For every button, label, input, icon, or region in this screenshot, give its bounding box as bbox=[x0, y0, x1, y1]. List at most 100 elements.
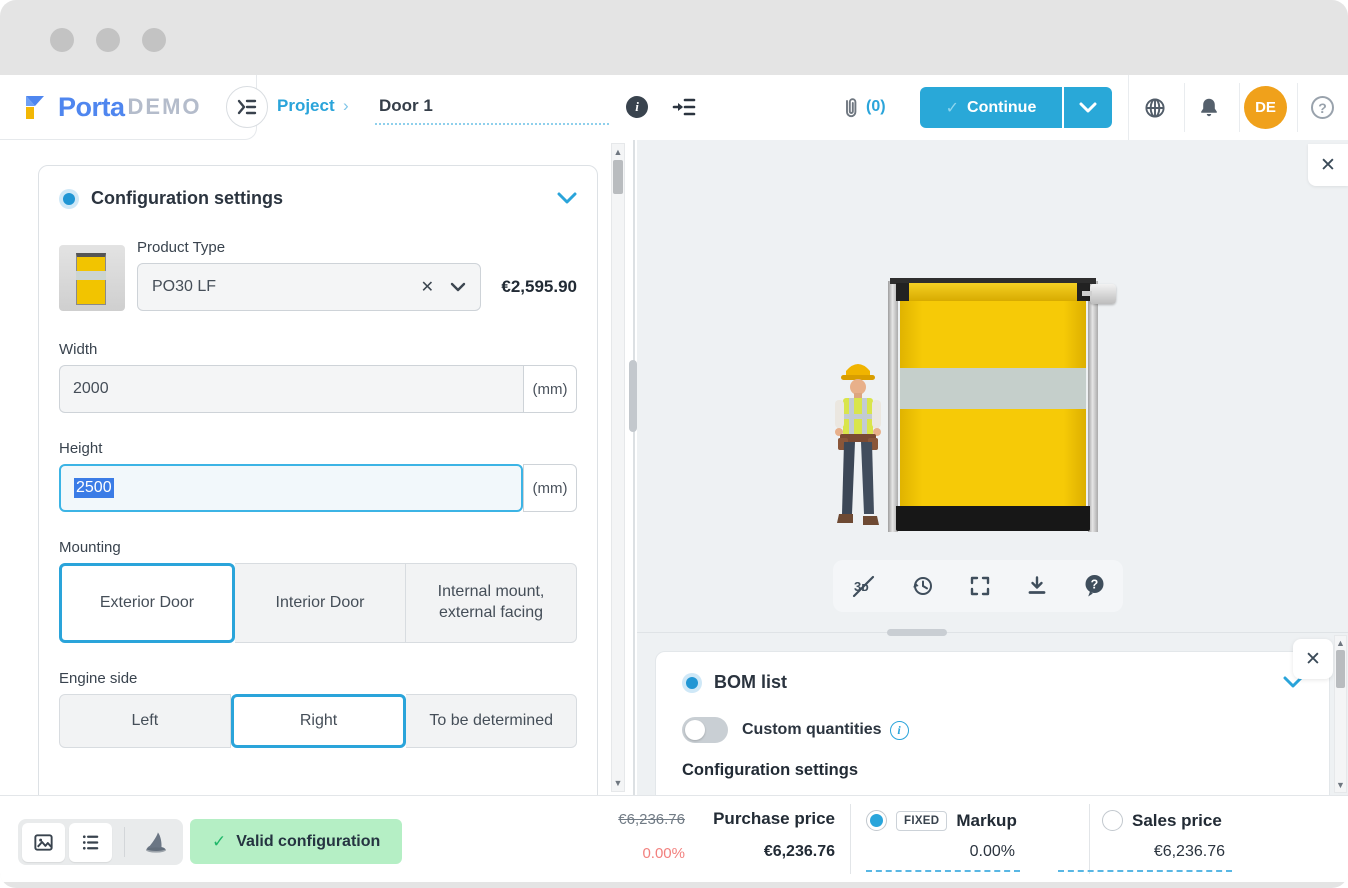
language-globe-icon[interactable] bbox=[1143, 96, 1167, 120]
help-icon[interactable]: ? bbox=[1311, 96, 1334, 119]
attachment-paperclip-icon[interactable] bbox=[840, 96, 862, 120]
window-control-2[interactable] bbox=[96, 28, 120, 52]
markup-underline bbox=[866, 870, 1020, 872]
viewer-close-button[interactable]: ✕ bbox=[1308, 144, 1348, 186]
continue-button[interactable]: ✓ Continue bbox=[920, 87, 1062, 128]
height-field-group: Height 2500 (mm) bbox=[59, 440, 577, 512]
door-motor bbox=[1090, 284, 1116, 304]
fixed-badge[interactable]: FIXED bbox=[896, 811, 947, 831]
app-window: Porta DEMO Project › Door 1 i bbox=[0, 0, 1348, 888]
footer-bar: ✓ Valid configuration €6,236.76 0.00% Pu… bbox=[0, 795, 1348, 882]
logo-icon bbox=[22, 92, 52, 122]
scroll-down-icon: ▼ bbox=[612, 776, 624, 790]
bom-header[interactable]: BOM list bbox=[682, 672, 1303, 693]
breadcrumb-project[interactable]: Project bbox=[277, 96, 335, 116]
notifications-bell-icon[interactable] bbox=[1197, 96, 1221, 120]
wizard-hat-icon bbox=[143, 830, 169, 854]
mounting-option-internal[interactable]: Internal mount, external facing bbox=[406, 563, 577, 643]
purchase-discount: 0.00% bbox=[545, 845, 685, 862]
sidebar-toggle-icon bbox=[236, 97, 258, 117]
horizontal-splitter-handle[interactable] bbox=[887, 629, 947, 636]
sales-radio[interactable] bbox=[1102, 810, 1123, 831]
height-label: Height bbox=[59, 440, 577, 457]
section-status-bullet bbox=[59, 189, 79, 209]
chevron-down-icon[interactable] bbox=[450, 282, 466, 293]
sales-price-label: Sales price bbox=[1132, 811, 1222, 831]
wizard-button[interactable] bbox=[133, 823, 179, 862]
info-icon[interactable]: i bbox=[890, 721, 909, 740]
product-type-value: PO30 LF bbox=[152, 278, 421, 296]
purchase-price-label: Purchase price bbox=[665, 809, 835, 829]
mounting-option-exterior[interactable]: Exterior Door bbox=[59, 563, 235, 643]
3d-disabled-icon[interactable]: 3ᴅ bbox=[850, 573, 876, 599]
fullscreen-icon[interactable] bbox=[968, 574, 992, 598]
divider bbox=[1089, 804, 1090, 874]
check-icon: ✓ bbox=[946, 98, 959, 118]
svg-text:?: ? bbox=[1090, 578, 1098, 592]
configuration-panel: Configuration settings Product Type PO30… bbox=[0, 140, 628, 795]
logo[interactable]: Porta DEMO bbox=[0, 75, 257, 140]
panel-splitter[interactable] bbox=[633, 140, 635, 795]
sales-price-value[interactable]: €6,236.76 bbox=[1085, 843, 1225, 861]
sidebar-toggle-button[interactable] bbox=[226, 86, 268, 128]
viewer-help-icon[interactable]: ? bbox=[1082, 573, 1107, 599]
document-name-input[interactable]: Door 1 bbox=[375, 89, 609, 125]
left-panel-scrollbar[interactable]: ▲ ▼ bbox=[611, 143, 625, 792]
scroll-up-icon: ▲ bbox=[1335, 636, 1346, 650]
window-control-1[interactable] bbox=[50, 28, 74, 52]
avatar[interactable]: DE bbox=[1244, 86, 1287, 129]
app-surface: Porta DEMO Project › Door 1 i bbox=[0, 75, 1348, 882]
window-control-3[interactable] bbox=[142, 28, 166, 52]
custom-quantities-row: Custom quantities i bbox=[682, 717, 1303, 743]
viewer-toolbar: 3ᴅ bbox=[833, 560, 1123, 612]
scrollbar-thumb[interactable] bbox=[1336, 650, 1345, 688]
markup-radio[interactable] bbox=[866, 810, 887, 831]
product-type-select[interactable]: PO30 LF ✕ bbox=[137, 263, 481, 311]
product-viewer: ✕ bbox=[637, 140, 1348, 632]
history-icon[interactable] bbox=[909, 573, 935, 599]
list-view-button[interactable] bbox=[69, 823, 112, 862]
product-thumbnail bbox=[59, 245, 125, 311]
list-icon bbox=[79, 831, 102, 854]
continue-dropdown-button[interactable] bbox=[1064, 87, 1112, 128]
mounting-label: Mounting bbox=[59, 539, 577, 556]
info-icon[interactable]: i bbox=[626, 96, 648, 118]
splitter-handle[interactable] bbox=[629, 360, 637, 432]
door-render bbox=[888, 278, 1098, 532]
custom-quantities-toggle[interactable] bbox=[682, 717, 728, 743]
engine-option-left[interactable]: Left bbox=[59, 694, 231, 748]
document-name: Door 1 bbox=[379, 96, 433, 116]
collapse-chevron-icon[interactable] bbox=[557, 192, 577, 205]
height-input[interactable]: 2500 bbox=[59, 464, 523, 512]
width-input[interactable]: 2000 bbox=[59, 365, 523, 413]
markup-value[interactable]: 0.00% bbox=[880, 843, 1015, 861]
bom-scrollbar[interactable]: ▲ ▼ bbox=[1334, 635, 1347, 793]
image-view-button[interactable] bbox=[22, 823, 65, 862]
mounting-option-interior[interactable]: Interior Door bbox=[235, 563, 406, 643]
width-field-group: Width 2000 (mm) bbox=[59, 341, 577, 413]
purchase-price-original: €6,236.76 bbox=[545, 811, 685, 828]
attachment-count[interactable]: (0) bbox=[866, 98, 886, 116]
clear-icon[interactable]: ✕ bbox=[421, 277, 434, 297]
download-icon[interactable] bbox=[1025, 574, 1049, 598]
image-icon bbox=[32, 831, 55, 854]
bom-title: BOM list bbox=[714, 672, 1283, 693]
engine-option-tbd[interactable]: To be determined bbox=[406, 694, 577, 748]
sales-option-row: Sales price bbox=[1102, 810, 1222, 831]
custom-quantities-label: Custom quantities bbox=[742, 721, 882, 739]
section-status-bullet bbox=[682, 673, 702, 693]
bom-close-button[interactable]: ✕ bbox=[1293, 639, 1333, 679]
section-title: Configuration settings bbox=[91, 188, 557, 209]
section-header[interactable]: Configuration settings bbox=[59, 188, 577, 209]
skip-to-summary-icon[interactable] bbox=[672, 96, 696, 118]
divider bbox=[850, 804, 851, 874]
validation-status-text: Valid configuration bbox=[236, 833, 380, 851]
height-unit: (mm) bbox=[523, 464, 577, 512]
mounting-group: Mounting Exterior Door Interior Door Int… bbox=[59, 539, 577, 643]
engine-option-right[interactable]: Right bbox=[231, 694, 407, 748]
bom-list-card: BOM list Custom quantities i Configurati… bbox=[655, 651, 1330, 805]
brand-name: Porta bbox=[58, 92, 125, 123]
scrollbar-thumb[interactable] bbox=[613, 160, 623, 194]
chevron-down-icon bbox=[1079, 102, 1097, 114]
markup-option-row: FIXED Markup bbox=[866, 810, 1017, 831]
